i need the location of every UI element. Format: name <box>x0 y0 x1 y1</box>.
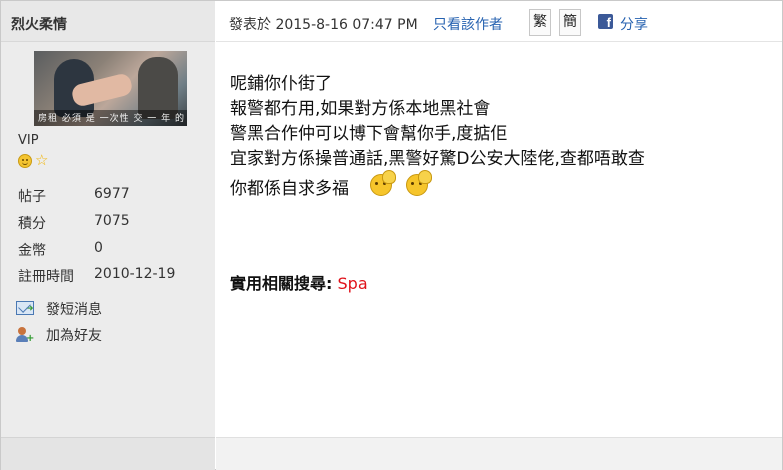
stat-value: 6977 <box>94 186 130 202</box>
thinking-emoji-icon <box>370 170 398 196</box>
post-footer <box>216 437 782 470</box>
related-search: 實用相關搜尋: Spa <box>230 270 368 294</box>
sidebar-footer <box>1 437 215 470</box>
post-text-line: 警黑合作仲可以博下會幫你手,度掂佢 <box>230 124 508 144</box>
send-message-label[interactable]: 發短消息 <box>46 299 102 319</box>
post-timestamp: 發表於 2015-8-16 07:47 PM <box>229 17 418 33</box>
mail-icon <box>16 301 34 315</box>
stat-label: 註冊時間 <box>18 269 74 285</box>
post-header: 發表於 2015-8-16 07:47 PM 只看該作者 繁 簡 f 分享 <box>216 1 782 42</box>
stat-value: 0 <box>94 240 103 256</box>
smile-icon <box>18 154 32 168</box>
simplified-chinese-button[interactable]: 簡 <box>559 9 581 36</box>
avatar[interactable]: 房租 必須 是 一次性 交 一 年 的 <box>34 51 187 126</box>
stat-label: 積分 <box>18 216 46 232</box>
stat-value: 7075 <box>94 213 130 229</box>
post-text-line: 呢鋪你仆街了 <box>230 74 332 94</box>
post-text-line: 你都係自求多福 <box>230 179 349 199</box>
user-header: 烈火柔情 <box>1 1 215 42</box>
thinking-emoji-icon <box>406 170 434 196</box>
add-friend-label[interactable]: 加為好友 <box>46 325 102 345</box>
add-friend-icon: + <box>16 327 34 344</box>
stat-value: 2010-12-19 <box>94 266 176 282</box>
post-text-line: 報警都冇用,如果對方係本地黑社會 <box>230 99 491 119</box>
stat-label: 金幣 <box>18 243 46 259</box>
share-link[interactable]: 分享 <box>620 14 648 34</box>
username-link[interactable]: 烈火柔情 <box>11 14 67 34</box>
avatar-caption: 房租 必須 是 一次性 交 一 年 的 <box>38 114 186 124</box>
star-icon: ☆ <box>35 151 49 169</box>
facebook-icon[interactable]: f <box>598 14 613 30</box>
stat-label: 帖子 <box>18 189 46 205</box>
post-text-line: 宜家對方係操普通話,黑警好驚D公安大陸佬,查都唔敢查 <box>230 149 645 169</box>
related-search-label: 實用相關搜尋: <box>230 274 333 293</box>
user-sidebar: 烈火柔情 房租 必須 是 一次性 交 一 年 的 VIP ☆ 帖子 6977 積… <box>1 1 215 469</box>
view-author-only-link[interactable]: 只看該作者 <box>433 14 503 34</box>
related-search-link[interactable]: Spa <box>338 274 368 293</box>
user-group: VIP <box>18 133 39 148</box>
traditional-chinese-button[interactable]: 繁 <box>529 9 551 36</box>
